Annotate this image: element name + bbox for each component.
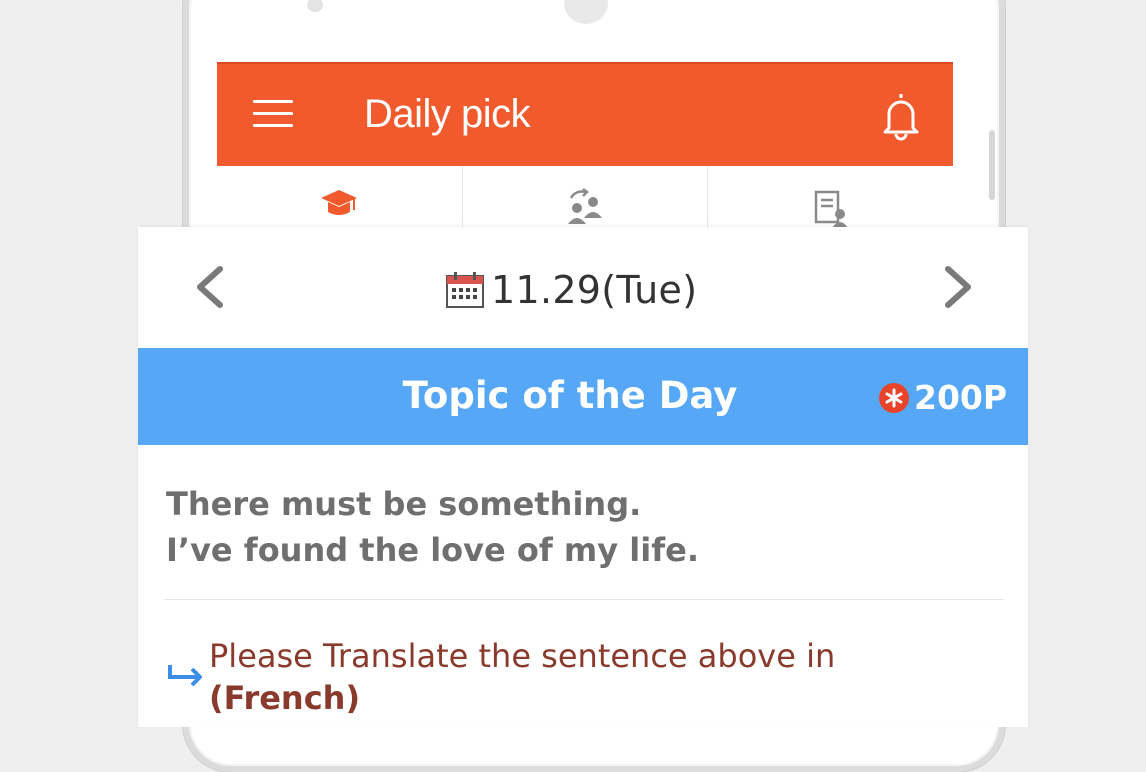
- chevron-right-icon[interactable]: [938, 265, 978, 309]
- chevron-left-icon[interactable]: [190, 265, 230, 309]
- sentence-line-1: There must be something.: [166, 485, 642, 523]
- point-star-icon: [878, 382, 910, 414]
- phone-side-button: [989, 130, 995, 200]
- hamburger-menu-icon[interactable]: [253, 98, 293, 130]
- target-language[interactable]: (French): [209, 677, 835, 719]
- graduation-cap-icon: [319, 188, 359, 228]
- divider: [164, 599, 1004, 600]
- current-date: 11.29(Tue): [491, 268, 698, 312]
- date-display: 11.29(Tue): [445, 265, 697, 315]
- date-navigator: 11.29(Tue): [138, 227, 1028, 347]
- return-arrow-icon: [166, 663, 206, 689]
- points-badge: 200P: [878, 378, 1007, 417]
- topic-header: Topic of the Day 200P: [138, 348, 1028, 445]
- instruction-text: Please Translate the sentence above in (…: [209, 635, 835, 719]
- bell-icon[interactable]: [879, 90, 923, 142]
- points-value: 200P: [914, 378, 1008, 417]
- topic-sentence: There must be something. I’ve found the …: [166, 481, 699, 573]
- calendar-icon: [445, 271, 485, 309]
- tab-bar: [217, 166, 953, 230]
- app-title: Daily pick: [364, 92, 531, 136]
- people-exchange-icon: [563, 188, 607, 230]
- instruction-line: Please Translate the sentence above in: [209, 637, 836, 675]
- tab-study[interactable]: [217, 166, 462, 230]
- daily-topic-card: 11.29(Tue) Topic of the Day 200P There m…: [138, 227, 1028, 727]
- topic-title: Topic of the Day: [402, 374, 738, 417]
- document-person-icon: [811, 188, 851, 232]
- app-bar: Daily pick: [217, 62, 953, 166]
- sentence-line-2: I’ve found the love of my life.: [166, 531, 699, 569]
- tab-my-posts[interactable]: [707, 166, 953, 230]
- tab-community[interactable]: [461, 166, 708, 230]
